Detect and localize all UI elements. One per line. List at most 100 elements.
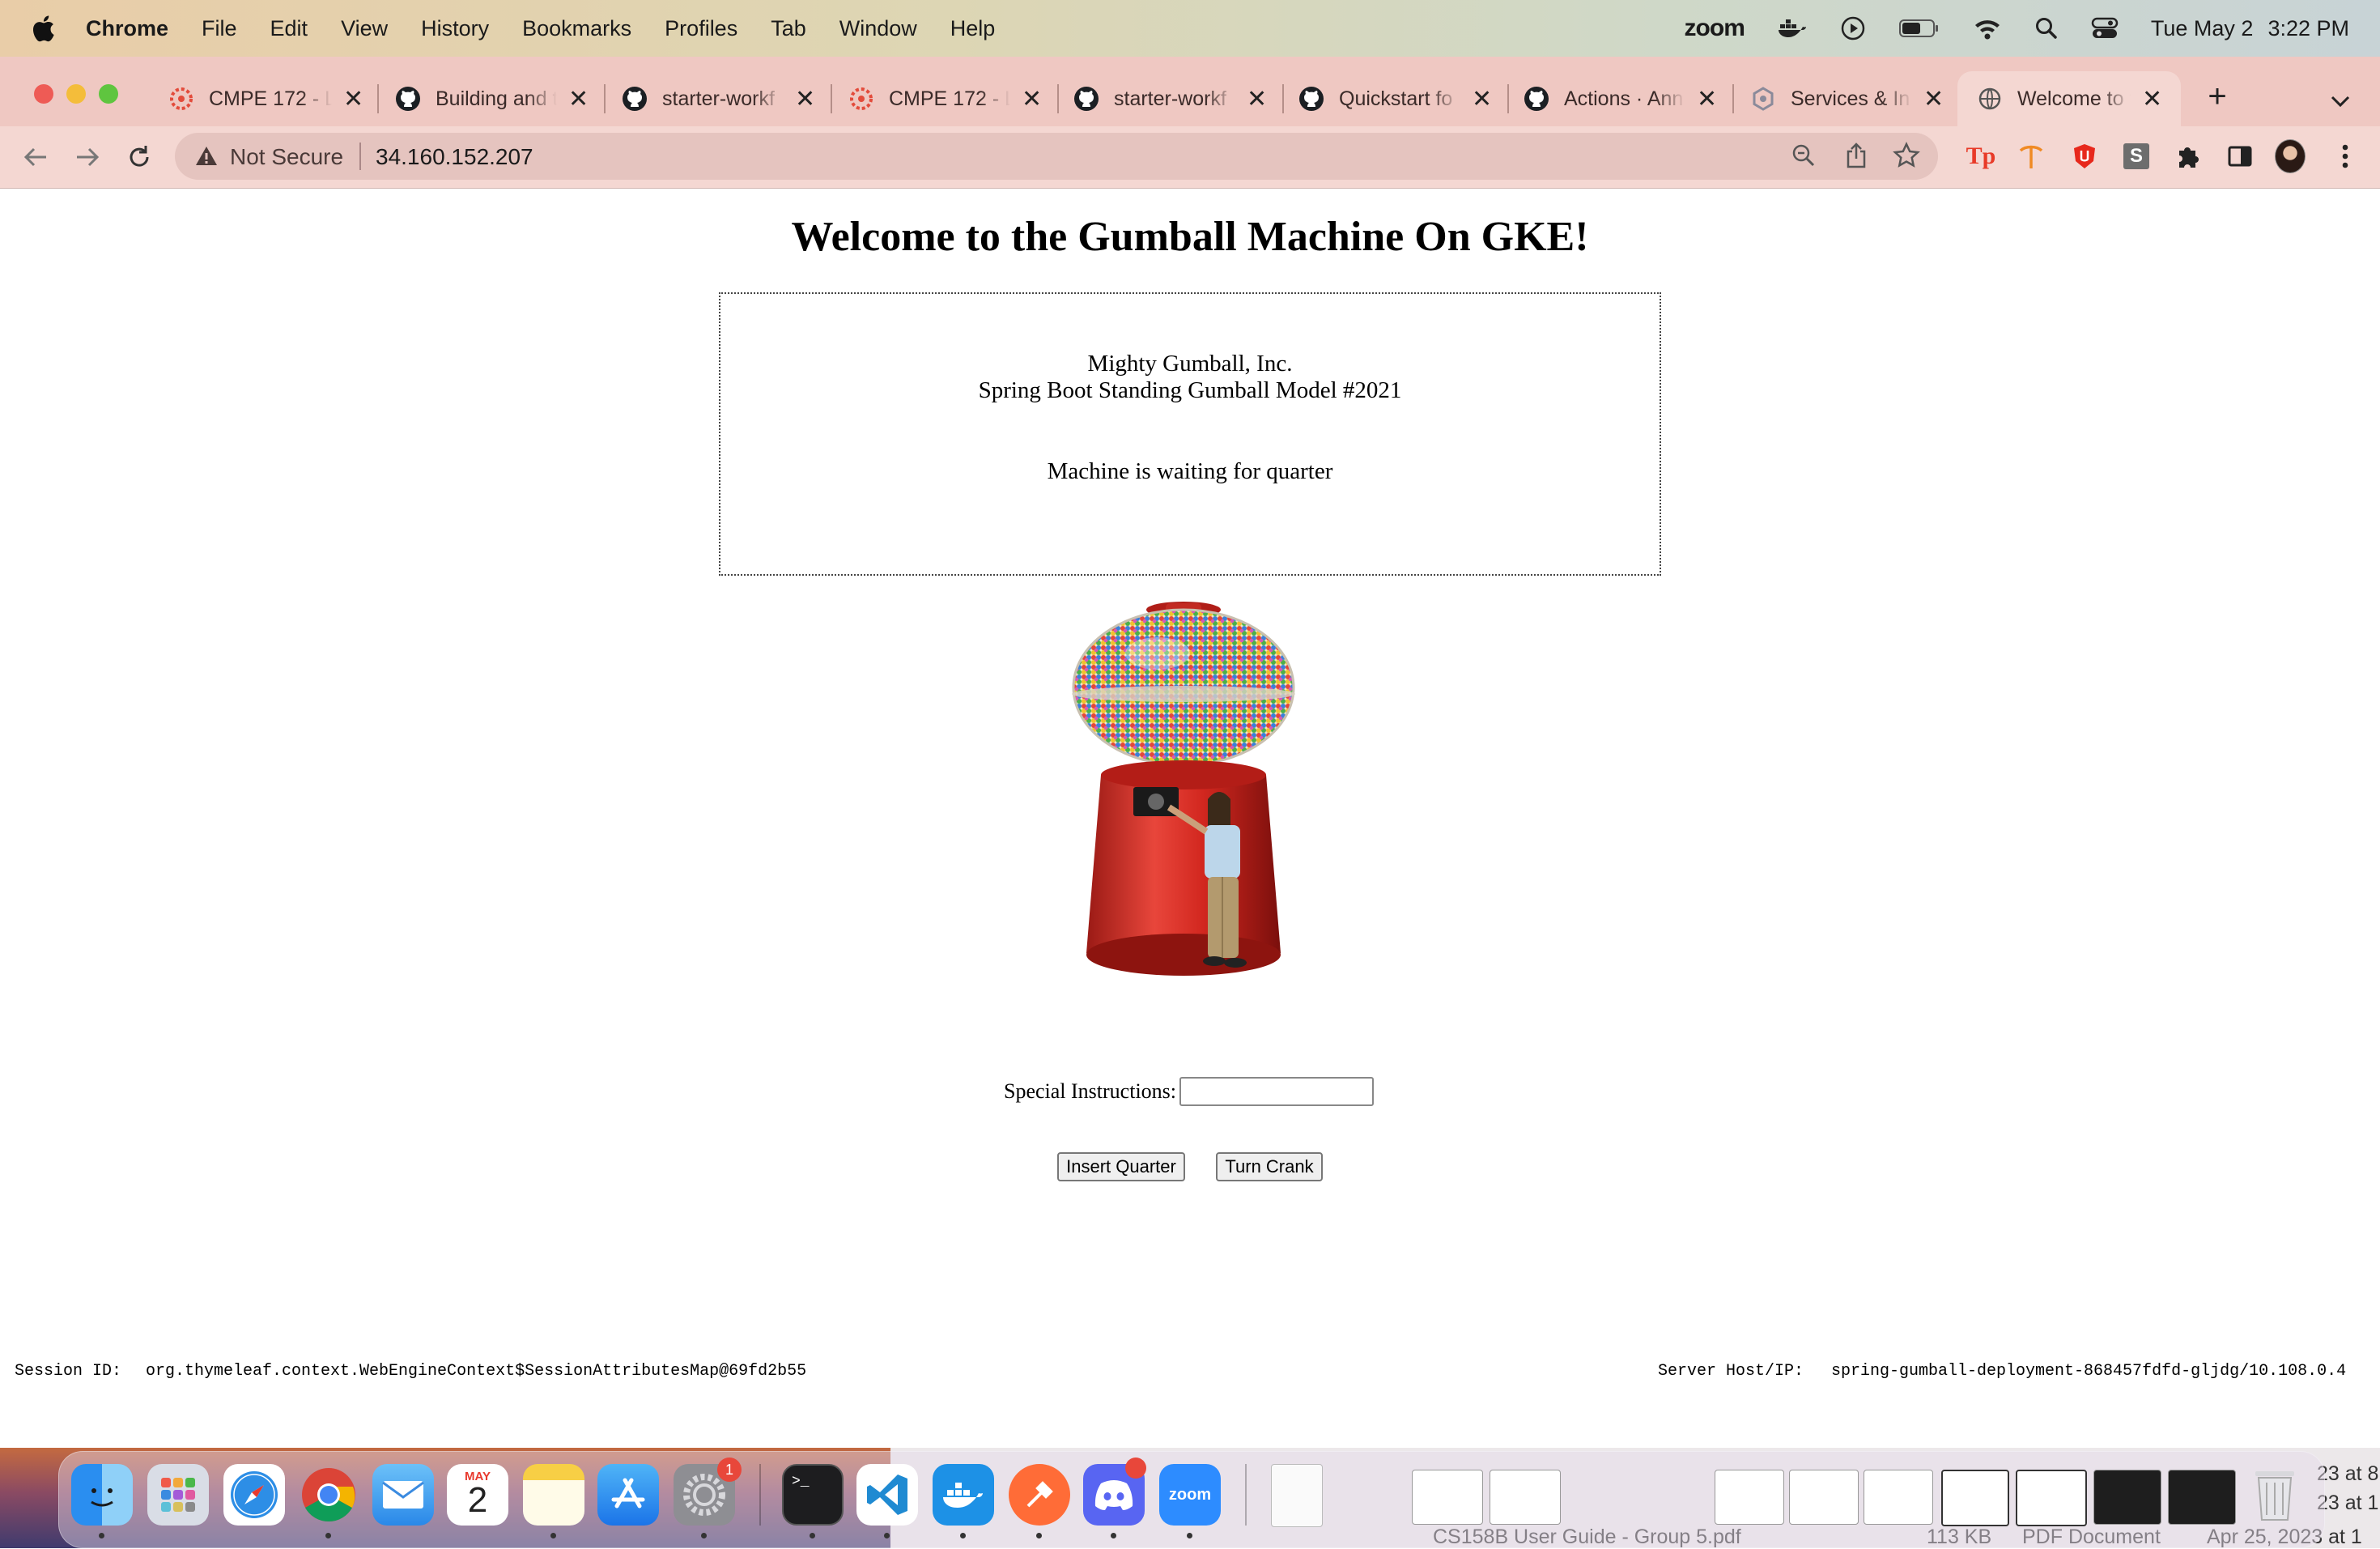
warning-triangle-icon[interactable]: [194, 144, 219, 168]
tab-close-icon[interactable]: ✕: [1923, 85, 1944, 113]
zoom-status-label[interactable]: zoom: [1685, 15, 1745, 42]
postman-icon[interactable]: [1009, 1464, 1070, 1526]
profile-avatar[interactable]: [2275, 139, 2306, 173]
tab-welcome-active[interactable]: Welcome to t ✕: [1957, 71, 2181, 126]
tab-search-chevron-icon[interactable]: [2325, 86, 2356, 117]
app-store-icon[interactable]: [597, 1464, 659, 1526]
minimized-terminal-thumb[interactable]: [2093, 1470, 2161, 1525]
special-instructions-input[interactable]: [1179, 1077, 1374, 1106]
zoom-app-icon[interactable]: zoom: [1159, 1464, 1221, 1526]
vscode-icon[interactable]: [856, 1464, 918, 1526]
menu-profiles[interactable]: Profiles: [665, 16, 737, 41]
side-panel-icon[interactable]: [2225, 141, 2255, 172]
tab-close-icon[interactable]: ✕: [795, 85, 815, 113]
tab-cmpe172-1[interactable]: CMPE 172 - L ✕: [168, 71, 363, 126]
window-close-button[interactable]: [34, 84, 53, 104]
menu-help[interactable]: Help: [950, 16, 996, 41]
tab-title: Services & In: [1791, 87, 1910, 110]
insert-quarter-button[interactable]: Insert Quarter: [1057, 1152, 1185, 1181]
trash-icon[interactable]: [2244, 1464, 2306, 1526]
back-arrow-icon[interactable]: [19, 141, 52, 173]
control-center-icon[interactable]: [2091, 16, 2119, 40]
tab-starter-workflows-2[interactable]: starter-workf ✕: [1073, 71, 1267, 126]
menu-file[interactable]: File: [202, 16, 237, 41]
document-icon[interactable]: [1271, 1464, 1323, 1527]
new-tab-plus-icon[interactable]: +: [2202, 79, 2233, 114]
battery-icon[interactable]: [1898, 18, 1940, 39]
docker-status-icon[interactable]: [1777, 16, 1808, 40]
shield-extension-icon[interactable]: [2069, 141, 2100, 172]
media-play-icon[interactable]: [1840, 15, 1866, 41]
turn-crank-button[interactable]: Turn Crank: [1216, 1152, 1323, 1181]
menu-bookmarks[interactable]: Bookmarks: [522, 16, 631, 41]
tab-starter-workflows-1[interactable]: starter-workf ✕: [622, 71, 815, 126]
apple-logo-icon[interactable]: [31, 15, 55, 42]
wifi-icon[interactable]: [1973, 16, 2002, 40]
minimized-terminal-thumb[interactable]: [2168, 1470, 2236, 1525]
tab-close-icon[interactable]: ✕: [343, 85, 363, 113]
tab-close-icon[interactable]: ✕: [1697, 85, 1717, 113]
tp-extension-icon[interactable]: Tp: [1966, 141, 1996, 172]
tab-close-icon[interactable]: ✕: [2142, 85, 2162, 113]
minimized-window-thumb[interactable]: [1715, 1470, 1784, 1525]
mail-icon[interactable]: [372, 1464, 434, 1526]
share-icon[interactable]: [1844, 142, 1868, 173]
forward-arrow-icon[interactable]: [71, 141, 104, 173]
docker-icon[interactable]: [933, 1464, 994, 1526]
finder-icon[interactable]: [71, 1464, 133, 1526]
safari-icon[interactable]: [223, 1464, 285, 1526]
background-date-line: 23 at 1: [2317, 1492, 2379, 1514]
tab-cmpe172-2[interactable]: CMPE 172 - L ✕: [848, 71, 1042, 126]
window-minimize-button[interactable]: [66, 84, 86, 104]
github-icon: [395, 86, 421, 112]
address-bar[interactable]: Not Secure 34.160.152.207: [175, 133, 1938, 180]
kebab-menu-icon[interactable]: [2330, 141, 2361, 172]
s-extension-icon[interactable]: S: [2121, 141, 2152, 172]
terminal-icon[interactable]: >_: [782, 1464, 844, 1526]
zoom-magnifier-icon[interactable]: [1791, 143, 1817, 172]
machine-model: Spring Boot Standing Gumball Model #2021: [978, 377, 1402, 403]
running-indicator: [810, 1533, 815, 1538]
tab-title: Building and t: [436, 87, 557, 110]
chrome-icon[interactable]: [298, 1464, 359, 1526]
pickaxe-extension-icon[interactable]: [2016, 141, 2046, 172]
puzzle-extensions-icon[interactable]: [2173, 141, 2204, 172]
launchpad-icon[interactable]: [147, 1464, 209, 1526]
minimized-window-thumb[interactable]: [2016, 1470, 2087, 1526]
tab-services[interactable]: Services & In ✕: [1750, 71, 1944, 126]
clock-date[interactable]: Tue May 2: [2151, 16, 2254, 41]
minimized-window-thumb[interactable]: [1490, 1470, 1561, 1525]
machine-state: Machine is waiting for quarter: [1047, 458, 1333, 484]
menu-view[interactable]: View: [341, 16, 388, 41]
minimized-window-thumb[interactable]: [1789, 1470, 1859, 1525]
background-date-line: 23 at 8: [2317, 1462, 2379, 1485]
clock-time[interactable]: 3:22 PM: [2267, 16, 2349, 41]
calendar-icon[interactable]: MAY 2: [447, 1464, 508, 1526]
tab-quickstart[interactable]: Quickstart fo ✕: [1298, 71, 1492, 126]
notes-icon[interactable]: [523, 1464, 584, 1526]
menu-edit[interactable]: Edit: [270, 16, 308, 41]
spotlight-search-icon[interactable]: [2034, 16, 2059, 40]
menu-window[interactable]: Window: [839, 16, 917, 41]
security-status-label[interactable]: Not Secure: [230, 144, 343, 170]
tab-building[interactable]: Building and t ✕: [395, 71, 589, 126]
menu-tab[interactable]: Tab: [771, 16, 806, 41]
github-icon: [622, 86, 648, 112]
bookmark-star-icon[interactable]: [1893, 142, 1920, 173]
tab-close-icon[interactable]: ✕: [1022, 85, 1042, 113]
minimized-window-thumb[interactable]: [1941, 1470, 2009, 1526]
running-indicator: [550, 1533, 556, 1538]
menu-app-chrome[interactable]: Chrome: [86, 16, 168, 41]
tab-close-icon[interactable]: ✕: [1472, 85, 1492, 113]
tab-actions[interactable]: Actions · Ann ✕: [1524, 71, 1717, 126]
url-text[interactable]: 34.160.152.207: [376, 144, 533, 170]
minimized-window-thumb[interactable]: [1864, 1470, 1933, 1525]
window-zoom-button[interactable]: [99, 84, 118, 104]
menu-history[interactable]: History: [421, 16, 489, 41]
github-icon: [1524, 86, 1549, 112]
dock-divider: [759, 1464, 761, 1526]
tab-close-icon[interactable]: ✕: [1247, 85, 1267, 113]
reload-icon[interactable]: [123, 141, 155, 173]
minimized-window-thumb[interactable]: [1412, 1470, 1483, 1525]
tab-close-icon[interactable]: ✕: [568, 85, 589, 113]
